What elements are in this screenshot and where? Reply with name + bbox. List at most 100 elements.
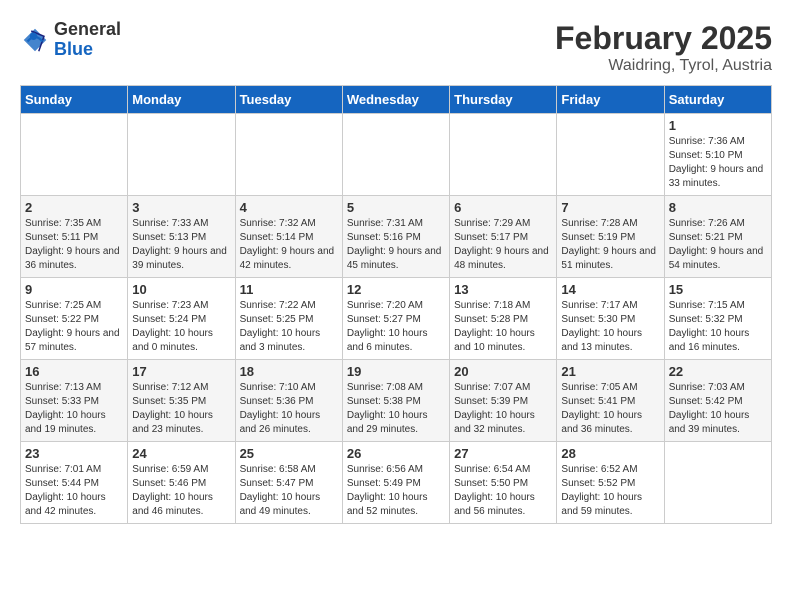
day-number: 22 (669, 364, 767, 379)
calendar-cell: 7 Sunrise: 7:28 AM Sunset: 5:19 PM Daylig… (557, 196, 664, 278)
day-number: 27 (454, 446, 552, 461)
day-number: 23 (25, 446, 123, 461)
calendar-cell: 28 Sunrise: 6:52 AM Sunset: 5:52 PM Dayli… (557, 442, 664, 524)
day-info: Sunrise: 6:56 AM Sunset: 5:49 PM Dayligh… (347, 463, 445, 519)
day-number: 16 (25, 364, 123, 379)
logo-general: General (54, 20, 121, 40)
calendar-cell (557, 114, 664, 196)
day-info: Sunrise: 7:29 AM Sunset: 5:17 PM Dayligh… (454, 217, 552, 273)
calendar-cell: 9 Sunrise: 7:25 AM Sunset: 5:22 PM Daylig… (21, 278, 128, 360)
week-row-1: 1 Sunrise: 7:36 AM Sunset: 5:10 PM Daylig… (21, 114, 772, 196)
weekday-header-row: SundayMondayTuesdayWednesdayThursdayFrid… (21, 86, 772, 114)
weekday-header-sunday: Sunday (21, 86, 128, 114)
calendar-cell: 26 Sunrise: 6:56 AM Sunset: 5:49 PM Dayli… (342, 442, 449, 524)
week-row-3: 9 Sunrise: 7:25 AM Sunset: 5:22 PM Daylig… (21, 278, 772, 360)
day-info: Sunrise: 7:12 AM Sunset: 5:35 PM Dayligh… (132, 381, 230, 437)
calendar-cell: 4 Sunrise: 7:32 AM Sunset: 5:14 PM Daylig… (235, 196, 342, 278)
day-info: Sunrise: 7:05 AM Sunset: 5:41 PM Dayligh… (561, 381, 659, 437)
day-info: Sunrise: 7:15 AM Sunset: 5:32 PM Dayligh… (669, 299, 767, 355)
day-number: 9 (25, 282, 123, 297)
day-info: Sunrise: 7:32 AM Sunset: 5:14 PM Dayligh… (240, 217, 338, 273)
weekday-header-thursday: Thursday (450, 86, 557, 114)
weekday-header-wednesday: Wednesday (342, 86, 449, 114)
calendar-cell: 23 Sunrise: 7:01 AM Sunset: 5:44 PM Dayli… (21, 442, 128, 524)
day-info: Sunrise: 7:36 AM Sunset: 5:10 PM Dayligh… (669, 135, 767, 191)
day-info: Sunrise: 6:59 AM Sunset: 5:46 PM Dayligh… (132, 463, 230, 519)
day-number: 17 (132, 364, 230, 379)
day-number: 28 (561, 446, 659, 461)
day-number: 24 (132, 446, 230, 461)
day-number: 25 (240, 446, 338, 461)
week-row-5: 23 Sunrise: 7:01 AM Sunset: 5:44 PM Dayli… (21, 442, 772, 524)
calendar-cell: 8Sunrise: 7:26 AM Sunset: 5:21 PM Daylig… (664, 196, 771, 278)
calendar-cell: 10 Sunrise: 7:23 AM Sunset: 5:24 PM Dayli… (128, 278, 235, 360)
calendar-cell (664, 442, 771, 524)
calendar-cell (342, 114, 449, 196)
calendar-cell: 1 Sunrise: 7:36 AM Sunset: 5:10 PM Daylig… (664, 114, 771, 196)
day-number: 19 (347, 364, 445, 379)
day-info: Sunrise: 7:25 AM Sunset: 5:22 PM Dayligh… (25, 299, 123, 355)
day-number: 10 (132, 282, 230, 297)
calendar-cell: 20 Sunrise: 7:07 AM Sunset: 5:39 PM Dayli… (450, 360, 557, 442)
calendar-title: February 2025 (555, 20, 772, 57)
calendar-cell: 2Sunrise: 7:35 AM Sunset: 5:11 PM Daylig… (21, 196, 128, 278)
calendar-cell (235, 114, 342, 196)
day-info: Sunrise: 7:17 AM Sunset: 5:30 PM Dayligh… (561, 299, 659, 355)
weekday-header-monday: Monday (128, 86, 235, 114)
calendar-cell: 24 Sunrise: 6:59 AM Sunset: 5:46 PM Dayli… (128, 442, 235, 524)
calendar-table: SundayMondayTuesdayWednesdayThursdayFrid… (20, 85, 772, 524)
calendar-cell: 22Sunrise: 7:03 AM Sunset: 5:42 PM Dayli… (664, 360, 771, 442)
day-info: Sunrise: 7:31 AM Sunset: 5:16 PM Dayligh… (347, 217, 445, 273)
day-info: Sunrise: 7:18 AM Sunset: 5:28 PM Dayligh… (454, 299, 552, 355)
day-info: Sunrise: 7:08 AM Sunset: 5:38 PM Dayligh… (347, 381, 445, 437)
calendar-cell: 11 Sunrise: 7:22 AM Sunset: 5:25 PM Dayli… (235, 278, 342, 360)
calendar-cell: 15Sunrise: 7:15 AM Sunset: 5:32 PM Dayli… (664, 278, 771, 360)
calendar-cell: 25 Sunrise: 6:58 AM Sunset: 5:47 PM Dayli… (235, 442, 342, 524)
day-number: 7 (561, 200, 659, 215)
day-number: 21 (561, 364, 659, 379)
day-info: Sunrise: 7:13 AM Sunset: 5:33 PM Dayligh… (25, 381, 123, 437)
day-number: 14 (561, 282, 659, 297)
calendar-cell: 13 Sunrise: 7:18 AM Sunset: 5:28 PM Dayli… (450, 278, 557, 360)
calendar-cell: 3 Sunrise: 7:33 AM Sunset: 5:13 PM Daylig… (128, 196, 235, 278)
day-info: Sunrise: 7:10 AM Sunset: 5:36 PM Dayligh… (240, 381, 338, 437)
calendar-cell (450, 114, 557, 196)
day-info: Sunrise: 7:26 AM Sunset: 5:21 PM Dayligh… (669, 217, 767, 273)
calendar-cell: 6Sunrise: 7:29 AM Sunset: 5:17 PM Daylig… (450, 196, 557, 278)
day-number: 4 (240, 200, 338, 215)
calendar-cell (21, 114, 128, 196)
calendar-cell (128, 114, 235, 196)
day-number: 12 (347, 282, 445, 297)
calendar-cell: 12 Sunrise: 7:20 AM Sunset: 5:27 PM Dayli… (342, 278, 449, 360)
day-number: 13 (454, 282, 552, 297)
calendar-cell: 19 Sunrise: 7:08 AM Sunset: 5:38 PM Dayli… (342, 360, 449, 442)
calendar-subtitle: Waidring, Tyrol, Austria (555, 57, 772, 75)
day-info: Sunrise: 6:58 AM Sunset: 5:47 PM Dayligh… (240, 463, 338, 519)
logo-icon (20, 25, 50, 55)
day-number: 20 (454, 364, 552, 379)
day-info: Sunrise: 7:20 AM Sunset: 5:27 PM Dayligh… (347, 299, 445, 355)
day-info: Sunrise: 7:22 AM Sunset: 5:25 PM Dayligh… (240, 299, 338, 355)
calendar-cell: 17 Sunrise: 7:12 AM Sunset: 5:35 PM Dayli… (128, 360, 235, 442)
week-row-4: 16 Sunrise: 7:13 AM Sunset: 5:33 PM Dayli… (21, 360, 772, 442)
header: General Blue February 2025 Waidring, Tyr… (20, 20, 772, 75)
day-number: 3 (132, 200, 230, 215)
day-info: Sunrise: 7:33 AM Sunset: 5:13 PM Dayligh… (132, 217, 230, 273)
calendar-cell: 18 Sunrise: 7:10 AM Sunset: 5:36 PM Dayli… (235, 360, 342, 442)
day-number: 5 (347, 200, 445, 215)
day-number: 18 (240, 364, 338, 379)
calendar-cell: 14 Sunrise: 7:17 AM Sunset: 5:30 PM Dayli… (557, 278, 664, 360)
day-info: Sunrise: 7:07 AM Sunset: 5:39 PM Dayligh… (454, 381, 552, 437)
day-info: Sunrise: 7:23 AM Sunset: 5:24 PM Dayligh… (132, 299, 230, 355)
day-info: Sunrise: 7:28 AM Sunset: 5:19 PM Dayligh… (561, 217, 659, 273)
logo-blue: Blue (54, 40, 121, 60)
day-number: 26 (347, 446, 445, 461)
day-info: Sunrise: 6:54 AM Sunset: 5:50 PM Dayligh… (454, 463, 552, 519)
day-number: 1 (669, 118, 767, 133)
calendar-cell: 21 Sunrise: 7:05 AM Sunset: 5:41 PM Dayli… (557, 360, 664, 442)
weekday-header-saturday: Saturday (664, 86, 771, 114)
day-info: Sunrise: 7:01 AM Sunset: 5:44 PM Dayligh… (25, 463, 123, 519)
calendar-cell: 5 Sunrise: 7:31 AM Sunset: 5:16 PM Daylig… (342, 196, 449, 278)
day-info: Sunrise: 6:52 AM Sunset: 5:52 PM Dayligh… (561, 463, 659, 519)
day-number: 11 (240, 282, 338, 297)
